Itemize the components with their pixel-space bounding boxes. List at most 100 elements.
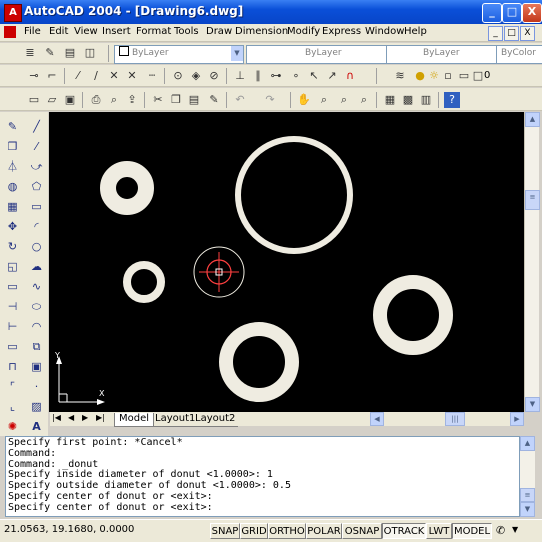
insert-block-icon[interactable]: ⧉ — [28, 338, 45, 355]
snap-none-icon[interactable]: ↗ — [324, 68, 340, 84]
trim-icon[interactable]: ⊣ — [4, 298, 21, 315]
tab-next-button[interactable]: ▶ — [82, 413, 88, 422]
coordinate-display[interactable]: 21.0563, 19.1680, 0.0000 — [4, 524, 134, 535]
status-menu-chevron-icon[interactable]: ▼ — [512, 525, 518, 534]
snap-intersection-icon[interactable]: ✕ — [106, 68, 122, 84]
command-prompt-input[interactable]: Specify center of donut or <exit>: — [8, 502, 517, 514]
osnap-settings-icon[interactable]: ∩ — [342, 68, 358, 84]
snap-from-icon[interactable]: ⌐ — [44, 68, 60, 84]
scroll-left-button[interactable]: ◀ — [370, 412, 384, 426]
tab-prev-button[interactable]: ◀ — [68, 413, 74, 422]
doc-close-button[interactable]: X — [520, 26, 535, 41]
polygon-icon[interactable]: ⬠ — [28, 178, 45, 195]
donut-bottom[interactable] — [219, 322, 299, 402]
menu-view[interactable]: View — [74, 26, 98, 37]
array-icon[interactable]: ▦ — [4, 198, 21, 215]
extend-icon[interactable]: ⊢ — [4, 318, 21, 335]
layer-previous-icon[interactable]: ▤ — [62, 45, 78, 61]
command-scroll-thumb[interactable]: ≡ — [520, 488, 535, 502]
layer-manager-icon[interactable]: ≣ — [22, 45, 38, 61]
make-object-layer-current-icon[interactable]: ◫ — [82, 45, 98, 61]
menu-modify[interactable]: Modify — [287, 26, 320, 37]
copy-icon[interactable]: ❐ — [168, 92, 184, 108]
lwt-toggle[interactable]: LWT — [426, 523, 452, 539]
snap-perpendicular-icon[interactable]: ⊥ — [232, 68, 248, 84]
snap-nearest-icon[interactable]: ↖ — [306, 68, 322, 84]
tool-palettes-icon[interactable]: ▥ — [418, 92, 434, 108]
plot-preview-icon[interactable]: ⌕ — [106, 92, 122, 108]
tab-model[interactable]: Model — [114, 413, 155, 427]
menu-edit[interactable]: Edit — [49, 26, 68, 37]
offset-icon[interactable]: ◍ — [4, 178, 21, 195]
communication-center-icon[interactable]: ✆ — [496, 524, 505, 537]
match-properties-brush-icon[interactable]: ✎ — [206, 92, 222, 108]
donut-small-middle[interactable] — [123, 261, 165, 303]
zoom-previous-icon[interactable]: ⌕ — [356, 92, 372, 108]
snap-tangent-icon[interactable]: ⊘ — [206, 68, 222, 84]
doc-minimize-button[interactable]: _ — [488, 26, 503, 41]
layer-color-icon[interactable]: ▫ — [440, 68, 456, 84]
fillet-icon[interactable]: ⌞ — [4, 398, 21, 415]
model-toggle[interactable]: MODEL — [452, 523, 492, 539]
help-icon[interactable]: ? — [444, 92, 460, 108]
explode-icon[interactable]: ✺ — [4, 418, 21, 435]
move-icon[interactable]: ✥ — [4, 218, 21, 235]
zoom-realtime-icon[interactable]: ⌕ — [316, 92, 332, 108]
menu-tools[interactable]: Tools — [174, 26, 199, 37]
snap-center-icon[interactable]: ⊙ — [170, 68, 186, 84]
layers-icon[interactable]: ≋ — [392, 68, 408, 84]
tab-last-button[interactable]: ▶| — [96, 413, 105, 422]
undo-icon[interactable]: ↶ — [232, 92, 248, 108]
scroll-down-button[interactable]: ▼ — [525, 397, 540, 412]
rectangle-icon[interactable]: ▭ — [28, 198, 45, 215]
join-icon[interactable]: ⊓ — [4, 358, 21, 375]
command-window[interactable]: Specify first point: *Cancel* Command: C… — [5, 436, 520, 517]
ortho-toggle[interactable]: ORTHO — [268, 523, 306, 539]
circle-icon[interactable]: ○ — [28, 238, 45, 255]
donut-right[interactable] — [373, 275, 453, 355]
make-block-icon[interactable]: ▣ — [28, 358, 45, 375]
scale-icon[interactable]: ◱ — [4, 258, 21, 275]
current-layer-name[interactable]: 0 — [484, 70, 490, 81]
grid-toggle[interactable]: GRID — [240, 523, 268, 539]
document-icon[interactable] — [4, 26, 16, 38]
pan-icon[interactable]: ✋ — [296, 92, 312, 108]
open-icon[interactable]: ▱ — [44, 92, 60, 108]
point-icon[interactable]: · — [28, 378, 45, 395]
donut-small-top-left[interactable] — [100, 161, 154, 215]
tab-first-button[interactable]: |◀ — [52, 413, 61, 422]
publish-icon[interactable]: ⇪ — [124, 92, 140, 108]
scroll-up-button[interactable]: ▲ — [525, 112, 540, 127]
vertical-scrollbar[interactable]: ▲ ≡ ▼ — [524, 112, 540, 412]
rotate-icon[interactable]: ↻ — [4, 238, 21, 255]
chamfer-icon[interactable]: ⌜ — [4, 378, 21, 395]
save-icon[interactable]: ▣ — [62, 92, 78, 108]
new-icon[interactable]: ▭ — [26, 92, 42, 108]
construction-line-icon[interactable]: ⁄ — [28, 138, 45, 155]
menu-dimension[interactable]: Dimension — [235, 26, 288, 37]
zoom-window-icon[interactable]: ⌕ — [336, 92, 352, 108]
donut-large-top[interactable] — [235, 136, 353, 254]
revision-cloud-icon[interactable]: ☁ — [28, 258, 45, 275]
mirror-icon[interactable]: ⏃ — [4, 158, 21, 175]
snap-quadrant-icon[interactable]: ◈ — [188, 68, 204, 84]
snap-node-icon[interactable]: ∘ — [288, 68, 304, 84]
polyline-icon[interactable]: ⤻ — [28, 158, 45, 175]
snap-extension-icon[interactable]: ┄ — [144, 68, 160, 84]
plotstyle-combo[interactable]: ByColor — [496, 45, 542, 64]
erase-icon[interactable]: ✎ — [4, 118, 21, 135]
scroll-down-button[interactable]: ▼ — [520, 502, 535, 517]
chevron-down-icon[interactable]: ▼ — [231, 46, 243, 61]
close-button[interactable]: X — [522, 3, 542, 23]
minimize-button[interactable]: _ — [482, 3, 502, 23]
design-center-icon[interactable]: ▩ — [400, 92, 416, 108]
menu-draw[interactable]: Draw — [206, 26, 232, 37]
tab-layout2[interactable]: Layout2 — [192, 413, 239, 427]
menu-insert[interactable]: Insert — [102, 26, 131, 37]
menu-file[interactable]: File — [24, 26, 41, 37]
autocad-app-icon[interactable]: A — [4, 4, 22, 22]
menu-window[interactable]: Window — [365, 26, 404, 37]
menu-help[interactable]: Help — [404, 26, 427, 37]
stretch-icon[interactable]: ▭ — [4, 278, 21, 295]
snap-apparent-intersection-icon[interactable]: ✕ — [124, 68, 140, 84]
